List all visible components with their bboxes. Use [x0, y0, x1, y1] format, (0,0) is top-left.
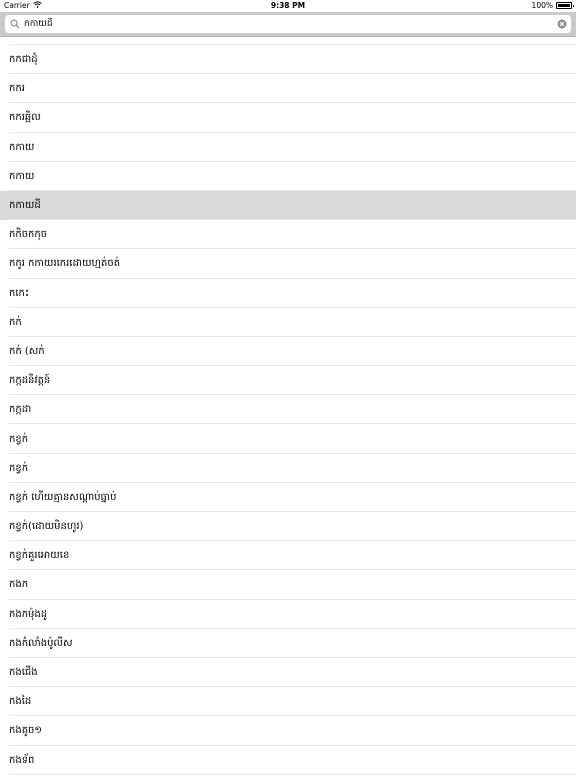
list-item-label: កកជាដុំ [9, 54, 38, 66]
list-item-label: កងដៃ [9, 696, 32, 708]
search-icon [10, 19, 20, 29]
list-item[interactable]: កកាយដី [0, 190, 576, 221]
status-bar: Carrier 9:38 PM 100% [0, 0, 576, 12]
list-item-label: កងទ័ព [9, 754, 35, 766]
list-item[interactable] [0, 37, 576, 45]
list-item[interactable]: កងទ័ព [0, 746, 576, 775]
list-item-label: កកូរ កកាយរកេរដោយហ្មត់ចត់ [9, 258, 121, 270]
list-item[interactable]: កក់ [0, 308, 576, 338]
list-item-label: កករឆ្អិល [9, 112, 41, 124]
battery-icon [556, 2, 574, 9]
list-item-label: កខ្វក់ [9, 462, 29, 474]
list-item[interactable]: កកូរ កកាយរកេរដោយហ្មត់ចត់ [0, 249, 576, 279]
list-item-label: កងកម៉ុងដូ [9, 608, 48, 620]
list-item[interactable]: កខ្វក់ [0, 454, 576, 484]
list-item-label: កកាយ [9, 170, 35, 182]
list-item-label: កករ [9, 83, 25, 95]
list-item[interactable]: កងក [0, 570, 576, 600]
list-item[interactable]: កងកម៉ុងដូ [0, 600, 576, 629]
list-item[interactable]: កក់ (សក់ [0, 337, 576, 367]
list-item[interactable]: កខ្វក់គួរអោយខេ [0, 541, 576, 571]
list-item-label: កងតូច១ [9, 725, 42, 737]
search-field[interactable]: កកាយដី [5, 15, 571, 33]
list-item-label: កកាយ [9, 141, 35, 153]
list-item-label: កកាយដី [9, 200, 41, 212]
list-item-label: កងក [9, 579, 29, 591]
list-item[interactable]: កកាយ [0, 133, 576, 162]
list-item-label: កក់ [9, 316, 22, 328]
list-item-label: កកេះ [9, 287, 30, 299]
list-item-label: កក្កដនិវត្តន៍ [9, 375, 51, 387]
list-item-label: កងជើង [9, 667, 38, 679]
list-item[interactable]: កកិចកកុច [0, 220, 576, 250]
list-item[interactable]: កងតូច១ [0, 716, 576, 746]
search-input[interactable]: កកាយដី [24, 18, 557, 31]
list-item-label: កក់ (សក់ [9, 345, 45, 357]
list-item[interactable]: កក្កដនិវត្តន៍ [0, 366, 576, 396]
battery-group: 100% [531, 1, 574, 10]
clear-icon[interactable] [557, 19, 567, 29]
list-item[interactable]: កកាយ [0, 162, 576, 192]
list-item[interactable]: កករឆ្អិល [0, 103, 576, 133]
list-item-label: កខ្វក់ ហើយគ្មានសណ្ដាប់ធ្នាប់ [9, 491, 117, 503]
results-list: កកជាដុំ កករ កករឆ្អិល កកាយ កកាយ កកាយដី កកិចកកុច… [0, 37, 576, 775]
list-item[interactable]: កខ្វក់ ហើយគ្មានសណ្ដាប់ធ្នាប់ [0, 483, 576, 513]
list-item[interactable]: កងជើង [0, 658, 576, 688]
list-item[interactable]: កខ្វក់ [0, 424, 576, 454]
list-item-label: កខ្វក់(ដោយមិនហូរ) [9, 521, 84, 533]
list-item-label: កកិចកកុច [9, 229, 48, 241]
list-item-label: កងកំលាំងប៉ូលីស [9, 637, 73, 649]
list-item-label: កខ្វក់ [9, 433, 29, 445]
list-item[interactable]: កខ្វក់(ដោយមិនហូរ) [0, 512, 576, 542]
list-item[interactable]: កងកំលាំងប៉ូលីស [0, 629, 576, 659]
battery-percentage: 100% [531, 1, 553, 10]
search-bar: កកាយដី [0, 12, 576, 37]
list-item[interactable]: កងដៃ [0, 687, 576, 717]
list-item[interactable]: កករ [0, 74, 576, 104]
list-item[interactable]: កកេះ [0, 279, 576, 308]
list-item[interactable]: កក្កដា [0, 395, 576, 425]
list-item-label: កខ្វក់គួរអោយខេ [9, 550, 70, 562]
list-item[interactable]: កកជាដុំ [0, 45, 576, 75]
status-time: 9:38 PM [270, 1, 306, 10]
list-item-label: កក្កដា [9, 404, 32, 416]
